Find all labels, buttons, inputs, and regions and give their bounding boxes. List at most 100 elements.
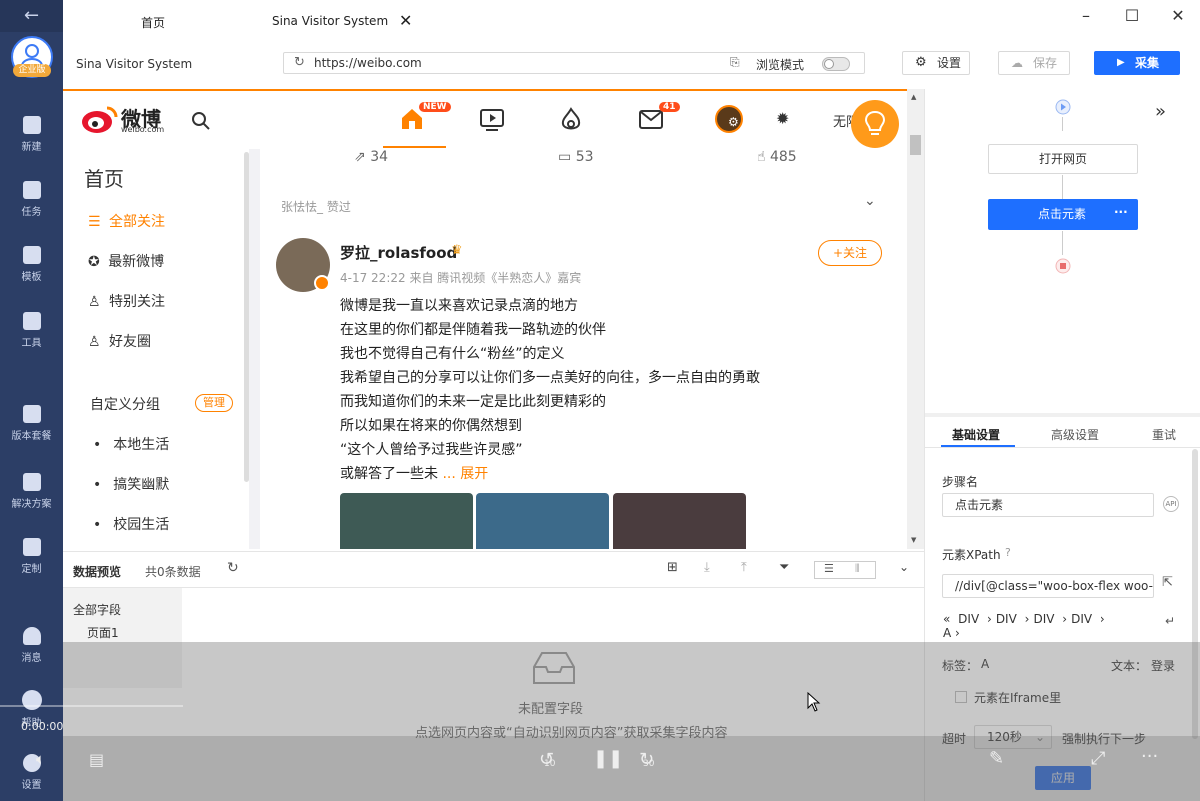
collect-button[interactable]: ▶ 采集 — [1094, 51, 1180, 75]
sidebar-item-latest[interactable]: ✪ 最新微博 — [88, 251, 164, 271]
scroll-thumb[interactable] — [910, 135, 921, 155]
lightbulb-tip-icon[interactable] — [851, 100, 899, 148]
tab-basic-settings[interactable]: 基础设置 — [952, 426, 1000, 443]
group-item[interactable]: • 本地生活 — [93, 434, 169, 454]
download-icon[interactable]: ⤓ — [704, 560, 710, 575]
filter-icon[interactable]: ⏷ — [779, 560, 789, 575]
sidebar-item-special[interactable]: ♙ 特别关注 — [88, 291, 165, 311]
double-chevron-left-icon[interactable]: « — [943, 612, 950, 626]
group-item[interactable]: • 校园生活 — [93, 514, 169, 534]
fullscreen-icon[interactable]: ⤢ — [1091, 748, 1105, 769]
flow-end-icon[interactable] — [1055, 258, 1071, 274]
path-node[interactable]: DIV — [958, 612, 979, 626]
viewport-scrollbar[interactable]: ▲ ▼ — [907, 89, 924, 549]
upload-icon[interactable]: ⤒ — [741, 560, 747, 575]
minimize-icon[interactable]: – — [1063, 0, 1109, 32]
path-node[interactable]: DIV — [996, 612, 1017, 626]
rail-templates[interactable]: 模板 — [0, 246, 63, 283]
rail-custom[interactable]: 定制 — [0, 538, 63, 575]
rail-tools[interactable]: 工具 — [0, 312, 63, 349]
rail-settings[interactable]: 设置 — [0, 754, 63, 791]
sun-theme-icon[interactable]: ✹ — [776, 109, 789, 128]
video-icon[interactable] — [480, 109, 504, 131]
more-options-icon[interactable]: ··· — [1114, 197, 1128, 228]
play-icon: ▶ — [1117, 57, 1125, 68]
page-item[interactable]: 页面1 — [87, 624, 119, 641]
flow-node-label: 点击元素 — [1038, 207, 1087, 221]
post-image[interactable] — [476, 493, 609, 549]
document-icon[interactable]: ⎘ — [730, 55, 740, 70]
maximize-icon[interactable]: ☐ — [1109, 0, 1155, 32]
back-arrow-icon[interactable]: ← — [0, 0, 63, 32]
api-icon[interactable]: API — [1163, 496, 1179, 512]
player-progress-track[interactable] — [0, 705, 183, 707]
path-node[interactable]: A — [943, 626, 951, 640]
save-button[interactable]: ☁ 保存 — [998, 51, 1070, 75]
sidebar-item-friends[interactable]: ♙ 好友圈 — [88, 331, 151, 351]
sidebar-item-all-follow[interactable]: ☰ 全部关注 — [88, 211, 165, 231]
close-window-icon[interactable]: ✕ — [1155, 0, 1200, 32]
element-picker-icon[interactable]: ⇱ — [1162, 575, 1173, 590]
group-item[interactable]: • 搞笑幽默 — [93, 474, 169, 494]
flow-node-open-page[interactable]: 打开网页 — [988, 144, 1138, 174]
view-toggle[interactable]: ☰ ⫴ — [814, 561, 876, 579]
flow-start-icon[interactable] — [1055, 99, 1071, 115]
tab-sina-visitor[interactable]: Sina Visitor System — [272, 14, 388, 28]
post-image[interactable] — [340, 493, 473, 549]
path-node[interactable]: DIV — [1033, 612, 1054, 626]
more-icon[interactable]: ··· — [1141, 746, 1158, 767]
tab-retry[interactable]: 重试 — [1152, 426, 1176, 443]
collapse-icon[interactable]: ⌄ — [899, 560, 909, 574]
close-tab-icon[interactable]: ✕ — [399, 11, 412, 30]
post-image[interactable] — [613, 493, 746, 549]
comment-stat[interactable]: ▭ 53 — [558, 149, 594, 165]
manage-button[interactable]: 管理 — [195, 394, 233, 412]
flow-connector — [1062, 231, 1063, 255]
rail-tasks[interactable]: 任务 — [0, 181, 63, 218]
refresh-icon[interactable]: ↻ — [294, 55, 305, 70]
weibo-logo-icon[interactable] — [81, 104, 119, 134]
tab-advanced-settings[interactable]: 高级设置 — [1051, 426, 1099, 443]
author-name[interactable]: 罗拉_rolasfood — [340, 242, 457, 263]
url-input[interactable]: ↻ https://weibo.com ⎘ 浏览模式 — [283, 52, 865, 74]
expand-panel-icon[interactable]: » — [1155, 101, 1166, 122]
refresh-icon[interactable]: ↻ — [227, 560, 239, 576]
follow-button[interactable]: +关注 — [818, 240, 882, 266]
volume-icon[interactable]: 🔈︎ — [36, 750, 45, 768]
browse-mode-toggle[interactable] — [822, 57, 850, 71]
repost-stat[interactable]: ⇗ 34 — [354, 149, 388, 165]
message-mail-icon[interactable] — [639, 110, 663, 130]
flow-node-click-element[interactable]: 点击元素 ··· — [988, 199, 1138, 230]
sidebar-scrollbar[interactable] — [244, 152, 249, 482]
xpath-input[interactable]: //div[@class="woo-box-flex woo-bo — [942, 574, 1154, 598]
sidebar-home-title[interactable]: 首页 — [84, 163, 124, 192]
list-view-icon[interactable]: ☰ — [824, 562, 834, 575]
gear-icon[interactable]: ⚙ — [728, 115, 739, 129]
scroll-down-icon[interactable]: ▼ — [911, 536, 916, 544]
chevron-down-icon[interactable]: ⌄ — [864, 193, 876, 209]
search-icon[interactable] — [191, 111, 211, 131]
captions-icon[interactable]: ▤ — [89, 750, 104, 769]
hot-fire-icon[interactable] — [560, 107, 582, 133]
path-node[interactable]: DIV — [1071, 612, 1092, 626]
help-circle-icon[interactable]: ? — [1005, 546, 1011, 559]
return-icon[interactable]: ↵ — [1165, 614, 1175, 628]
add-field-icon[interactable]: ⊞ — [667, 560, 678, 575]
step-name-input[interactable]: 点击元素 — [942, 493, 1154, 517]
expand-link[interactable]: 展开 — [460, 466, 488, 482]
pause-icon[interactable]: ❚❚ — [593, 748, 623, 769]
rail-plans[interactable]: 版本套餐 — [0, 405, 63, 442]
rail-messages[interactable]: 消息 — [0, 627, 63, 664]
scroll-up-icon[interactable]: ▲ — [911, 93, 916, 101]
tab-home[interactable]: 首页 — [141, 14, 165, 31]
page-title: Sina Visitor System — [76, 57, 193, 71]
all-fields-item[interactable]: 全部字段 — [73, 601, 121, 618]
settings-button[interactable]: ⚙ 设置 — [902, 51, 970, 75]
rail-solutions[interactable]: 解决方案 — [0, 473, 63, 510]
rail-label: 模板 — [21, 272, 42, 283]
like-stat[interactable]: ☝ 485 — [757, 149, 797, 165]
browser-viewport[interactable]: 微博 weibo.com NEW 41 ⚙ ✹ 无限 首页 ☰ 全部关注 ✪ 最… — [63, 89, 907, 549]
pencil-icon[interactable]: ✎ — [989, 748, 1004, 769]
column-view-icon[interactable]: ⫴ — [855, 562, 860, 576]
rail-new[interactable]: 新建 — [0, 116, 63, 153]
